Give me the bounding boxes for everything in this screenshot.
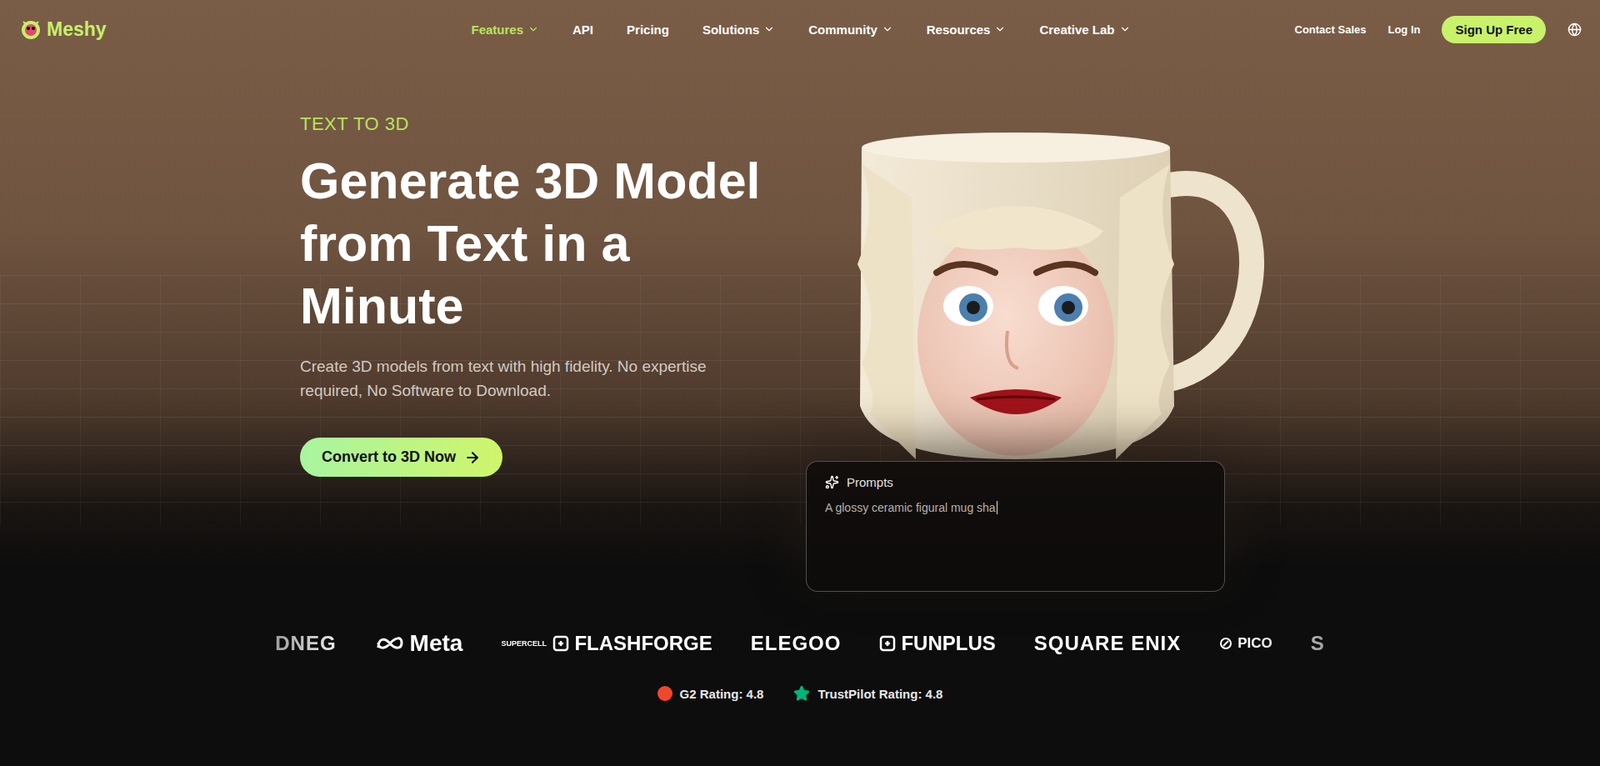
top-nav: MeshyFeatures API Pricing Solutions Communit… xyxy=(0,0,1600,59)
rating-item: TrustPilot Rating: 4.8 xyxy=(793,685,943,702)
page: MeshyFeatures API Pricing Solutions Communit… xyxy=(0,0,1600,766)
partner-logo: PICO xyxy=(1219,635,1273,652)
nav-item[interactable]: API xyxy=(572,22,594,37)
star-icon xyxy=(793,685,810,702)
partner-strip: DNEG Meta SUPERCELL FLASHFORGE ELEGOO FUNPLUS… xyxy=(208,630,1392,657)
brand-logo[interactable]: Meshy xyxy=(20,18,472,41)
hero: TEXT TO 3D Generate 3D Model from Text in… xyxy=(0,58,1600,592)
partner-logo: SUPERCELL xyxy=(500,640,515,648)
mug-image xyxy=(836,130,1265,460)
prompt-header: Prompts xyxy=(825,475,1206,490)
arrow-right-icon xyxy=(464,449,481,466)
partner-logo: S xyxy=(1310,631,1325,655)
nav-item[interactable]: Features xyxy=(471,22,540,37)
sparkles-icon xyxy=(825,475,840,490)
partner-logo: FLASHFORGE xyxy=(552,631,712,655)
text-caret xyxy=(996,500,998,515)
rating-item: G2 Rating: 4.8 xyxy=(657,685,765,702)
chevron-down-icon xyxy=(527,23,540,35)
chevron-down-icon xyxy=(1119,23,1131,35)
hero-text: TEXT TO 3D Generate 3D Model from Text in… xyxy=(300,111,792,477)
hero-title: Generate 3D Model from Text in a Minute xyxy=(300,150,792,338)
convert-button[interactable]: Convert to 3D Now xyxy=(300,437,503,477)
nav-actions: Contact Sales Log In Sign Up Free xyxy=(1130,15,1583,44)
meshy-logo-icon xyxy=(20,18,42,40)
partner-logo: FUNPLUS xyxy=(879,631,995,655)
nav-item[interactable]: Resources xyxy=(926,22,1007,37)
meta-logo-icon xyxy=(375,635,405,652)
globe-icon[interactable] xyxy=(1567,22,1582,37)
nav-list: Features API Pricing Solutions Community Reso… xyxy=(471,22,1131,37)
chevron-down-icon xyxy=(994,23,1006,35)
signup-button[interactable]: Sign Up Free xyxy=(1441,15,1546,44)
nav-item[interactable]: Pricing xyxy=(626,22,670,37)
nav-item[interactable]: Community xyxy=(808,22,894,37)
contact-sales-link[interactable]: Contact Sales xyxy=(1295,23,1367,36)
pico-mark-icon xyxy=(1219,636,1233,650)
brand-mark-icon xyxy=(879,635,896,652)
hero-subtitle: Create 3D models from text with high fid… xyxy=(300,354,750,403)
prompt-card[interactable]: Prompts A glossy ceramic figural mug sha xyxy=(805,460,1225,592)
nav-item[interactable]: Creative Lab xyxy=(1039,22,1130,37)
hero-eyebrow: TEXT TO 3D xyxy=(300,113,792,135)
chevron-down-icon xyxy=(881,23,894,35)
prompt-text[interactable]: A glossy ceramic figural mug sha xyxy=(825,500,1206,515)
login-link[interactable]: Log In xyxy=(1387,23,1420,36)
partner-logo: DNEG xyxy=(275,631,336,655)
partner-logo: Meta xyxy=(375,630,464,657)
partner-logo: ELEGOO xyxy=(750,631,842,655)
ratings: G2 Rating: 4.8 TrustPilot Rating: 4.8 xyxy=(0,685,1600,702)
g2-icon xyxy=(657,685,673,701)
mug-image-icon xyxy=(836,130,1265,460)
nav-item[interactable]: Solutions xyxy=(702,22,775,37)
brand-mark-icon xyxy=(552,635,570,652)
partner-logo: SQUARE ENIX xyxy=(1034,631,1181,655)
chevron-down-icon xyxy=(763,23,775,35)
hero-visual: Prompts A glossy ceramic figural mug sha xyxy=(805,130,1265,592)
